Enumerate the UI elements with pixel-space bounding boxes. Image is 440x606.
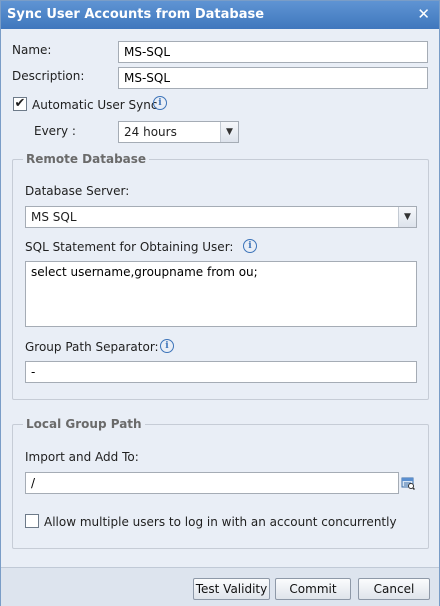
- every-label: Every :: [34, 124, 76, 138]
- allow-concurrent-login-label: Allow multiple users to log in with an a…: [44, 515, 397, 529]
- automatic-sync-label: Automatic User Sync: [32, 98, 158, 112]
- local-group-path-legend: Local Group Path: [23, 417, 145, 431]
- sync-user-accounts-dialog: Sync User Accounts from Database ✕ Name:…: [0, 0, 440, 606]
- every-select-value: 24 hours: [124, 125, 177, 139]
- every-select[interactable]: 24 hours ▼: [118, 121, 239, 143]
- commit-button[interactable]: Commit: [275, 578, 351, 600]
- description-label: Description:: [12, 69, 85, 83]
- info-icon[interactable]: i: [243, 239, 257, 253]
- import-add-to-label: Import and Add To:: [25, 450, 139, 464]
- dialog-titlebar[interactable]: Sync User Accounts from Database ✕: [1, 1, 439, 29]
- test-validity-button[interactable]: Test Validity: [193, 578, 270, 600]
- dialog-footer: Test Validity Commit Cancel: [1, 567, 439, 606]
- automatic-sync-checkbox[interactable]: ✔: [13, 97, 27, 111]
- cancel-button[interactable]: Cancel: [358, 578, 430, 600]
- browse-icon[interactable]: [401, 476, 415, 490]
- info-icon[interactable]: i: [160, 339, 174, 353]
- import-add-to-input[interactable]: [25, 472, 399, 494]
- sql-statement-textarea[interactable]: select username,groupname from ou;: [25, 261, 417, 327]
- database-server-select[interactable]: MS SQL ▼: [25, 206, 417, 228]
- database-server-label: Database Server:: [25, 184, 130, 198]
- sql-statement-label: SQL Statement for Obtaining User:: [25, 240, 234, 254]
- info-icon[interactable]: i: [153, 96, 167, 110]
- group-path-separator-input[interactable]: [25, 361, 417, 383]
- name-input[interactable]: [118, 41, 428, 63]
- allow-concurrent-login-checkbox[interactable]: [25, 514, 39, 528]
- close-icon[interactable]: ✕: [417, 5, 430, 23]
- dialog-body: Name: Description: ✔ Automatic User Sync…: [1, 29, 439, 567]
- dialog-title: Sync User Accounts from Database: [7, 7, 265, 22]
- database-server-value: MS SQL: [31, 210, 77, 224]
- group-path-separator-label: Group Path Separator:: [25, 340, 159, 354]
- name-label: Name:: [12, 43, 52, 57]
- chevron-down-icon[interactable]: ▼: [220, 122, 238, 142]
- chevron-down-icon[interactable]: ▼: [398, 207, 416, 227]
- description-input[interactable]: [118, 67, 428, 89]
- remote-database-legend: Remote Database: [23, 152, 150, 166]
